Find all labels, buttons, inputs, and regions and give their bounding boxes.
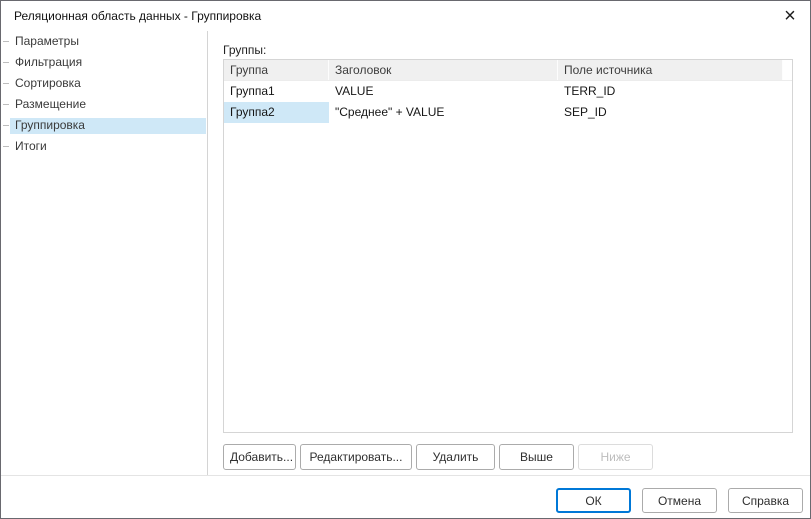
dialog-title: Реляционная область данных - Группировка xyxy=(14,9,261,23)
cell-group[interactable]: Группа2 xyxy=(224,102,329,123)
groups-label: Группы: xyxy=(223,43,266,57)
sidebar-item-totals[interactable]: Итоги xyxy=(1,136,207,157)
sidebar-item-parameters[interactable]: Параметры xyxy=(1,31,207,52)
table-body: Группа1VALUETERR_IDГруппа2"Среднее" + VA… xyxy=(224,81,792,123)
tree-dash-icon xyxy=(3,146,9,147)
close-button[interactable]: × xyxy=(777,3,803,29)
sidebar-item-sorting[interactable]: Сортировка xyxy=(1,73,207,94)
action-button-row: Добавить...Редактировать...УдалитьВышеНи… xyxy=(223,444,653,470)
column-header-filler xyxy=(783,60,792,80)
cell-header[interactable]: VALUE xyxy=(329,81,558,102)
add-button[interactable]: Добавить... xyxy=(223,444,296,470)
cell-source_field[interactable]: TERR_ID xyxy=(558,81,783,102)
sidebar-item-label: Размещение xyxy=(15,97,86,111)
move-down-button: Ниже xyxy=(578,444,653,470)
tree-dash-icon xyxy=(3,83,9,84)
sidebar-item-label: Сортировка xyxy=(15,76,81,90)
delete-button[interactable]: Удалить xyxy=(416,444,495,470)
tree-dash-icon xyxy=(3,62,9,63)
column-header-0[interactable]: Группа xyxy=(224,60,329,80)
tree-dash-icon xyxy=(3,125,9,126)
ok-button[interactable]: ОК xyxy=(556,488,631,513)
tree-dash-icon xyxy=(3,41,9,42)
close-icon: × xyxy=(784,5,796,27)
title-bar: Реляционная область данных - Группировка… xyxy=(1,1,810,31)
cell-header[interactable]: "Среднее" + VALUE xyxy=(329,102,558,123)
cell-group[interactable]: Группа1 xyxy=(224,81,329,102)
dialog-window: Реляционная область данных - Группировка… xyxy=(0,0,811,519)
groups-table: ГруппаЗаголовокПоле источника Группа1VAL… xyxy=(223,59,793,433)
column-header-1[interactable]: Заголовок xyxy=(329,60,558,80)
sidebar-item-grouping[interactable]: Группировка xyxy=(1,115,207,136)
edit-button[interactable]: Редактировать... xyxy=(300,444,412,470)
sidebar-item-layout[interactable]: Размещение xyxy=(1,94,207,115)
help-button[interactable]: Справка xyxy=(728,488,803,513)
sidebar-item-filtering[interactable]: Фильтрация xyxy=(1,52,207,73)
sidebar-item-label: Параметры xyxy=(15,34,79,48)
cell-source_field[interactable]: SEP_ID xyxy=(558,102,783,123)
sidebar-item-label: Итоги xyxy=(15,139,47,153)
table-header: ГруппаЗаголовокПоле источника xyxy=(224,60,792,81)
footer-separator xyxy=(1,475,810,476)
table-row[interactable]: Группа1VALUETERR_ID xyxy=(224,81,792,102)
footer-button-row: ОК Отмена Справка xyxy=(556,488,803,513)
cancel-button[interactable]: Отмена xyxy=(642,488,717,513)
table-row[interactable]: Группа2"Среднее" + VALUESEP_ID xyxy=(224,102,792,123)
tree-dash-icon xyxy=(3,104,9,105)
move-up-button[interactable]: Выше xyxy=(499,444,574,470)
sidebar-item-label: Группировка xyxy=(15,118,85,132)
column-header-2[interactable]: Поле источника xyxy=(558,60,783,80)
sidebar: Параметры Фильтрация Сортировка Размещение Г… xyxy=(1,31,208,475)
sidebar-item-label: Фильтрация xyxy=(15,55,82,69)
